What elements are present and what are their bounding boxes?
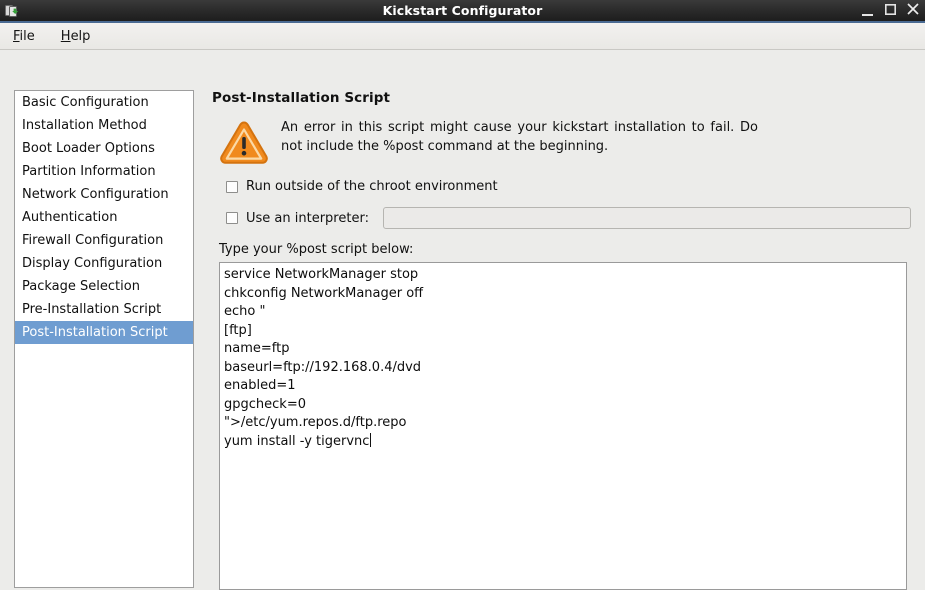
script-line-text: yum install -y tigervnc	[224, 433, 370, 449]
sidebar-item-basic-configuration[interactable]: Basic Configuration	[15, 91, 193, 114]
menu-file[interactable]: File	[7, 27, 41, 46]
script-line: ">/etc/yum.repos.d/ftp.repo	[224, 415, 407, 430]
close-icon[interactable]	[907, 3, 919, 18]
sidebar-item-network-configuration[interactable]: Network Configuration	[15, 183, 193, 206]
sidebar-item-package-selection[interactable]: Package Selection	[15, 275, 193, 298]
interpreter-row[interactable]: Use an interpreter:	[226, 207, 911, 229]
menu-help-rest: elp	[70, 28, 91, 44]
script-line: chkconfig NetworkManager off	[224, 285, 424, 301]
sidebar-item-installation-method[interactable]: Installation Method	[15, 114, 193, 137]
page-title: Post-Installation Script	[212, 90, 391, 106]
app-icon	[4, 3, 20, 19]
chroot-checkbox-row[interactable]: Run outside of the chroot environment	[226, 179, 911, 194]
sidebar-nav-list[interactable]: Basic Configuration Installation Method …	[14, 90, 194, 588]
script-line: gpgcheck=0	[224, 396, 306, 412]
sidebar-item-display-configuration[interactable]: Display Configuration	[15, 252, 193, 275]
script-area-label: Type your %post script below:	[219, 242, 414, 257]
interpreter-checkbox[interactable]	[226, 212, 238, 224]
minimize-icon[interactable]	[861, 7, 873, 20]
sidebar-item-boot-loader-options[interactable]: Boot Loader Options	[15, 137, 193, 160]
warning-banner: An error in this script might cause your…	[219, 118, 911, 165]
menu-help-mnemonic: H	[60, 28, 71, 44]
warning-message: An error in this script might cause your…	[281, 120, 758, 154]
menu-bar: File Help	[0, 23, 925, 50]
script-line: service NetworkManager stop	[224, 267, 419, 282]
menu-file-rest: ile	[19, 28, 35, 44]
main-content: Basic Configuration Installation Method …	[0, 50, 925, 590]
chroot-checkbox[interactable]	[226, 180, 238, 193]
script-line-with-caret: yum install -y tigervnc	[224, 432, 902, 452]
window-title: Kickstart Configurator	[382, 3, 543, 18]
sidebar-item-post-installation-script[interactable]: Post-Installation Script	[15, 321, 193, 344]
interpreter-checkbox-label: Use an interpreter:	[246, 210, 369, 226]
menu-help[interactable]: Help	[55, 27, 97, 46]
post-installation-panel: Post-Installation Script An error in thi…	[212, 90, 911, 590]
interpreter-input[interactable]	[382, 207, 911, 229]
script-line: name=ftp	[224, 341, 290, 356]
sidebar-item-pre-installation-script[interactable]: Pre-Installation Script	[15, 298, 193, 321]
sidebar-item-authentication[interactable]: Authentication	[15, 206, 193, 229]
text-cursor	[370, 432, 372, 447]
script-line: enabled=1	[224, 378, 296, 393]
title-bar: Kickstart Configurator	[0, 0, 925, 23]
sidebar-item-firewall-configuration[interactable]: Firewall Configuration	[15, 229, 193, 252]
script-line: echo "	[224, 304, 266, 319]
post-script-textarea[interactable]: service NetworkManager stop chkconfig Ne…	[219, 262, 907, 590]
script-line: [ftp]	[224, 322, 252, 338]
script-line: baseurl=ftp://192.168.0.4/dvd	[224, 359, 422, 375]
maximize-icon[interactable]	[884, 4, 896, 17]
chroot-checkbox-label: Run outside of the chroot environment	[246, 179, 498, 194]
window-controls	[861, 0, 919, 21]
sidebar-item-partition-information[interactable]: Partition Information	[15, 160, 193, 183]
warning-triangle-icon	[219, 119, 269, 165]
